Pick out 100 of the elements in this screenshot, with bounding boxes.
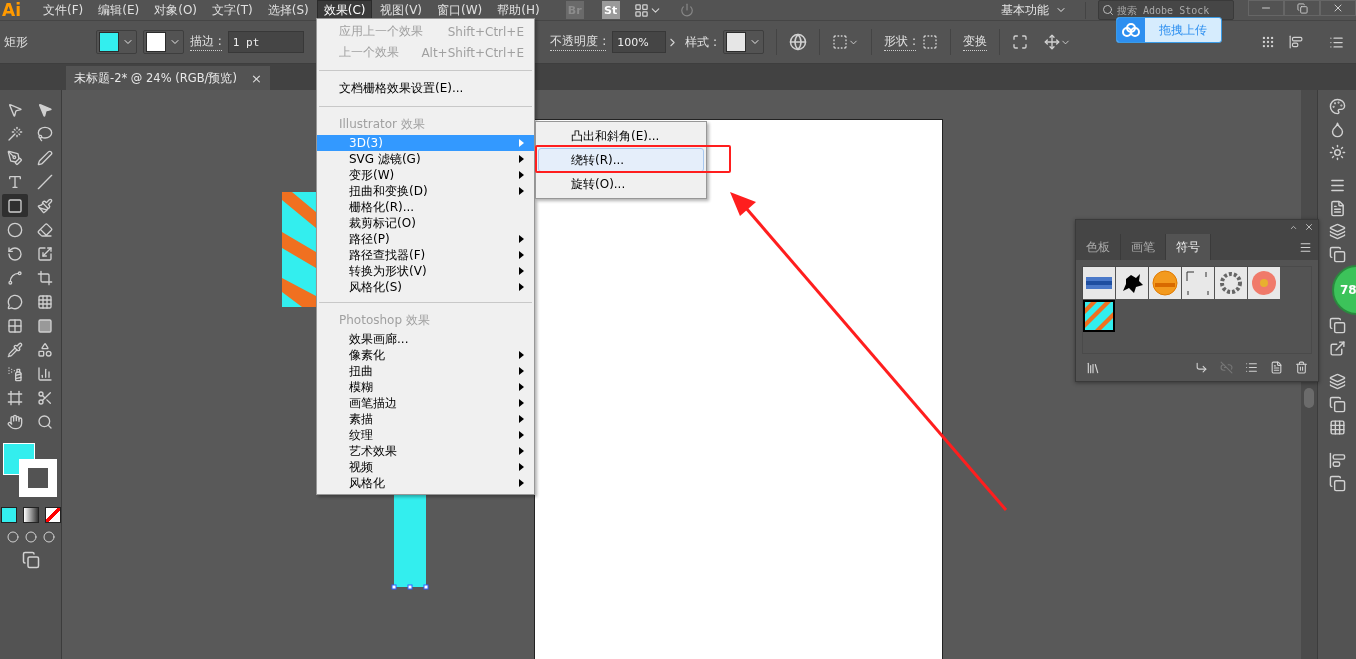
menu-item[interactable]: 画笔描边 (317, 395, 534, 411)
opacity-label[interactable]: 不透明度 : (550, 33, 607, 51)
options-icon[interactable] (1245, 361, 1258, 374)
document-tab[interactable]: 未标题-2* @ 24% (RGB/预览) × (66, 66, 270, 90)
align-icon[interactable] (1289, 35, 1303, 49)
opacity-field[interactable]: 100% (612, 31, 667, 53)
menu-item[interactable]: 扭曲 (317, 363, 534, 379)
maximize-icon[interactable] (1012, 34, 1028, 50)
menu-item[interactable]: 编辑(E) (91, 0, 147, 21)
menu-item[interactable]: 文件(F) (36, 0, 91, 21)
menu-item[interactable]: 视频 (317, 459, 534, 475)
menu-item[interactable]: 像素化 (317, 347, 534, 363)
menu-item[interactable]: 效果(C) (316, 0, 373, 21)
scrollbar-thumb[interactable] (1304, 388, 1314, 408)
tab-close-button[interactable]: × (251, 70, 262, 86)
menu-item[interactable]: 扭曲和变换(D) (317, 183, 534, 199)
menu-item[interactable]: 风格化(S) (317, 279, 534, 295)
panel-icon[interactable] (1328, 396, 1346, 413)
symbol-swatch[interactable] (1083, 300, 1115, 332)
crop-marks-icon (1184, 269, 1212, 297)
menu-icon[interactable] (1299, 240, 1312, 254)
list-icon[interactable] (1329, 34, 1344, 50)
flower-icon (1250, 269, 1278, 297)
gradient-mode-button[interactable] (22, 507, 39, 523)
panel-icon[interactable] (1328, 452, 1346, 469)
style-button[interactable] (723, 30, 765, 54)
menu-item[interactable]: 路径查找器(F) (317, 247, 534, 263)
menu-item[interactable]: 变形(W) (317, 167, 534, 183)
panel-icon[interactable] (1328, 246, 1346, 263)
panel-icon[interactable] (1328, 177, 1346, 194)
symbol-swatch[interactable] (1182, 267, 1214, 299)
menu-item[interactable]: 裁剪标记(O) (317, 215, 534, 231)
menu-item[interactable]: 效果画廊... (317, 331, 534, 347)
menu-item[interactable]: 帮助(H) (490, 0, 547, 21)
menu-item[interactable]: 路径(P) (317, 231, 534, 247)
fill-color-button[interactable] (96, 30, 137, 54)
restore-button[interactable] (1284, 0, 1320, 16)
close-icon[interactable] (1304, 222, 1314, 232)
cloud-icon (1122, 23, 1140, 37)
close-icon (1332, 2, 1344, 14)
panel-icon[interactable] (1328, 223, 1346, 240)
app-logo: Ai (1, 0, 22, 20)
rectangle-icon[interactable] (1, 194, 28, 217)
panel-tab[interactable]: 色板 (1076, 234, 1121, 260)
symbol-swatch[interactable] (1149, 267, 1181, 299)
trash-icon[interactable] (1295, 361, 1308, 374)
globe-icon[interactable] (789, 33, 808, 51)
panel-icon[interactable] (1328, 200, 1346, 217)
shape-label[interactable]: 形状 : (884, 33, 916, 51)
menu-item[interactable]: 绕转(R)... (538, 148, 704, 172)
grid-icon[interactable] (1261, 35, 1275, 49)
search-field[interactable]: 搜索 Adobe Stock (1098, 0, 1234, 20)
menu-item[interactable]: 素描 (317, 411, 534, 427)
stroke-weight-field[interactable]: 1 pt (227, 31, 304, 53)
symbol-swatch[interactable] (1215, 267, 1247, 299)
menu-item[interactable]: 纹理 (317, 427, 534, 443)
menu-item[interactable]: 文档栅格效果设置(E)... (317, 78, 534, 99)
ring-icon (1217, 269, 1245, 297)
menu-item[interactable]: 转换为形状(V) (317, 263, 534, 279)
menu-item[interactable]: 窗口(W) (430, 0, 490, 21)
restore-icon (1296, 2, 1308, 14)
symbol-swatch[interactable] (1248, 267, 1280, 299)
bounding-box-icon[interactable] (922, 34, 938, 50)
menu-item[interactable]: 艺术效果 (317, 443, 534, 459)
panel-icon[interactable] (1328, 419, 1346, 436)
menu-item[interactable]: SVG 滤镜(G) (317, 151, 534, 167)
menu-item[interactable]: 文字(T) (205, 0, 260, 21)
panel-icon[interactable] (1328, 340, 1346, 357)
workspace-switcher[interactable]: 基本功能 (1001, 1, 1086, 19)
style-label: 样式 : (685, 33, 718, 51)
color-mode-button[interactable] (0, 507, 17, 523)
panel-icon[interactable] (1328, 475, 1346, 492)
menu-item[interactable]: 视图(V) (373, 0, 430, 21)
menu-item[interactable]: 风格化 (317, 475, 534, 491)
layout-icon[interactable] (633, 2, 649, 18)
orb-icon (1151, 269, 1179, 297)
menu-section-header: Illustrator 效果 (338, 116, 426, 133)
panel-icon[interactable] (1328, 144, 1346, 161)
transform-label[interactable]: 变换 (963, 33, 987, 51)
symbol-swatch[interactable] (1083, 267, 1115, 299)
panel-icon[interactable] (1328, 98, 1346, 115)
symbol-swatch[interactable] (1116, 267, 1148, 299)
menu-item[interactable]: 模糊 (317, 379, 534, 395)
menu-item[interactable]: 旋转(O)... (538, 172, 704, 196)
panel-icon[interactable] (1328, 373, 1346, 390)
search-icon (1102, 4, 1114, 16)
dashed-square-icon[interactable] (832, 34, 849, 50)
none-mode-button[interactable] (44, 507, 61, 523)
menu-item[interactable]: 凸出和斜角(E)... (538, 124, 704, 148)
menu-item[interactable]: 选择(S) (260, 0, 316, 21)
close-button[interactable] (1320, 0, 1356, 16)
menu-item[interactable]: 栅格化(R)... (317, 199, 534, 215)
library-icon[interactable] (1086, 360, 1100, 375)
panel-tab[interactable]: 符号 (1166, 234, 1211, 260)
panel-icon[interactable] (1328, 317, 1346, 334)
menu-item[interactable]: 对象(O) (147, 0, 205, 21)
stroke-color-button[interactable] (143, 30, 184, 54)
stroke-label[interactable]: 描边 : (190, 33, 222, 51)
move-icon[interactable] (1044, 34, 1060, 50)
fill-stroke-swatches[interactable] (2, 443, 59, 499)
